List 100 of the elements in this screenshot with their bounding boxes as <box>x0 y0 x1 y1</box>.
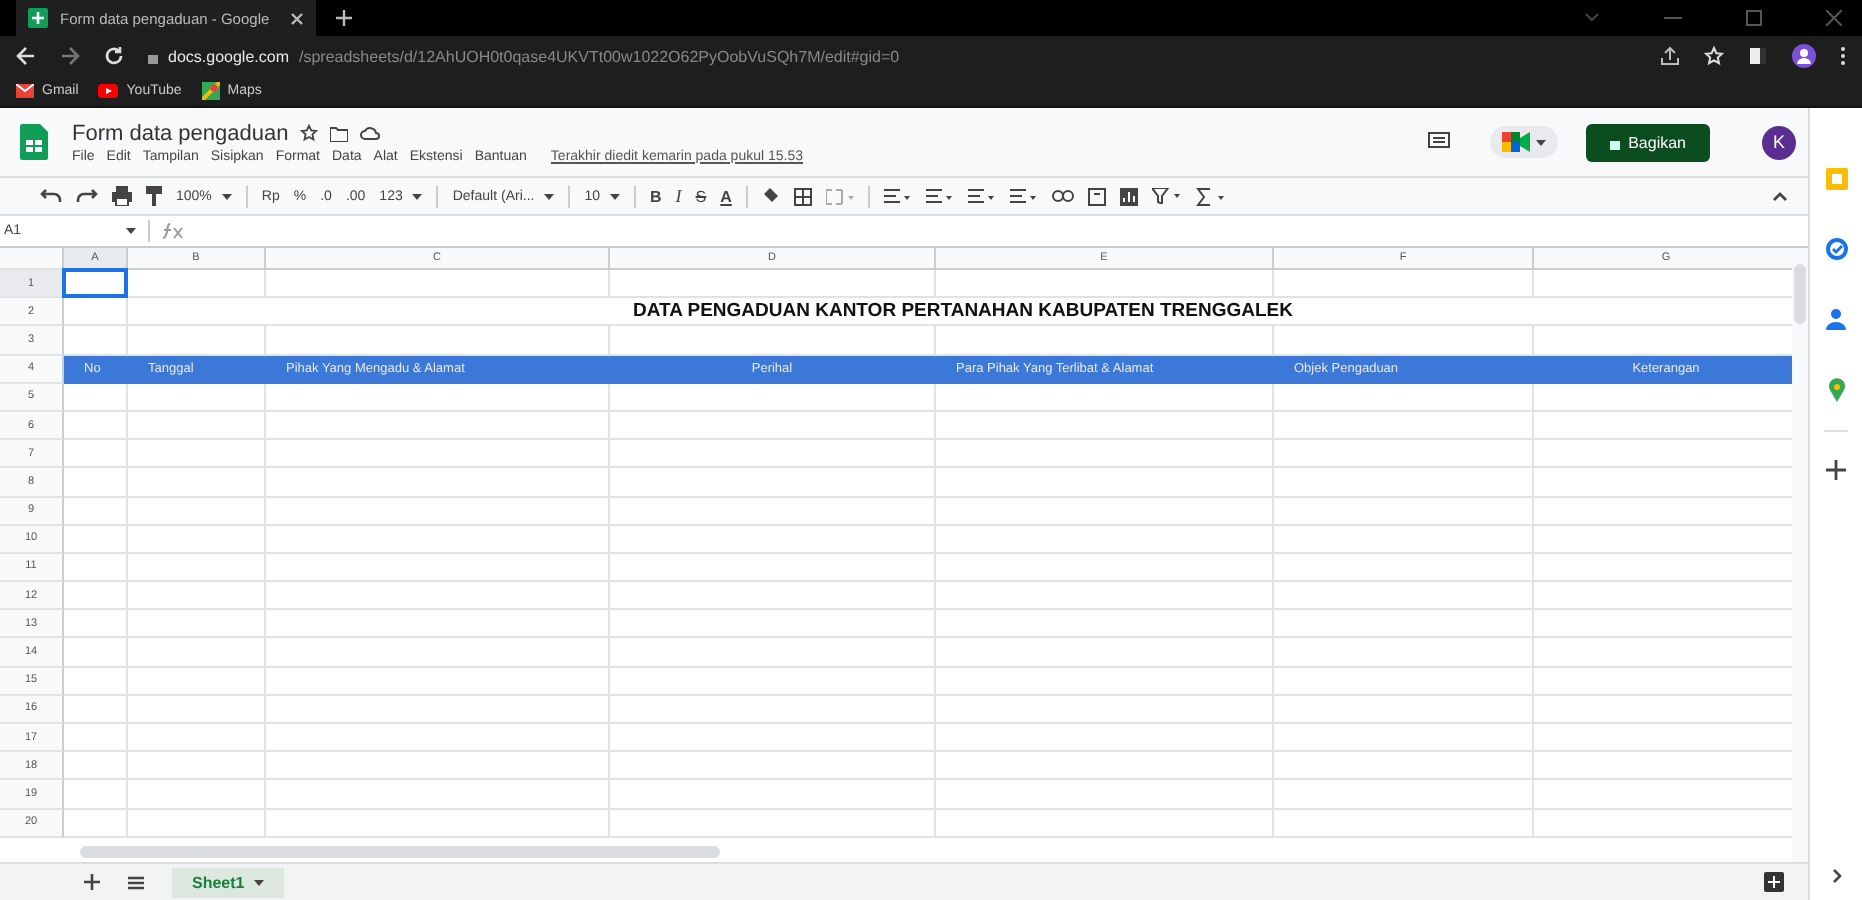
table-cell <box>128 667 266 696</box>
table-cell <box>128 525 266 554</box>
table-cell <box>128 383 266 412</box>
sheet-title: DATA PENGADUAN KANTOR PERTANAHAN KABUPATEN TRENGGALEK <box>128 298 1792 327</box>
sheet-tab[interactable]: Sheet1 <box>172 867 285 897</box>
text-color-button[interactable]: A <box>720 187 732 205</box>
forward-icon[interactable] <box>60 46 80 66</box>
more-icon[interactable] <box>1840 46 1846 66</box>
table-cell <box>128 582 266 611</box>
align-icon[interactable] <box>1009 187 1038 205</box>
share-icon[interactable] <box>1660 46 1680 66</box>
print-icon[interactable] <box>112 186 132 206</box>
table-cell <box>128 809 266 838</box>
maximize-icon[interactable] <box>1746 10 1762 26</box>
meet-button[interactable] <box>1490 126 1559 158</box>
table-cell <box>64 752 128 781</box>
fill-color-icon[interactable] <box>761 186 780 206</box>
table-cell <box>128 270 266 299</box>
reload-icon[interactable] <box>104 46 124 66</box>
table-cell <box>64 298 128 327</box>
document-title[interactable]: Form data pengaduan <box>72 121 289 145</box>
filter-icon[interactable] <box>1151 188 1182 204</box>
table-cell <box>64 638 128 668</box>
comment-icon[interactable] <box>1428 132 1451 152</box>
sum-icon[interactable] <box>1195 187 1226 205</box>
table-cell <box>64 724 128 753</box>
menu-icon[interactable] <box>128 875 144 889</box>
sheets-logo-icon[interactable] <box>20 124 48 160</box>
table-cell <box>64 667 128 696</box>
strikethrough-button[interactable]: S <box>695 187 707 205</box>
align-icon[interactable] <box>883 187 912 205</box>
table-cell <box>64 695 128 724</box>
caret-icon <box>1536 139 1547 145</box>
back-icon[interactable] <box>16 46 36 66</box>
caret-icon[interactable] <box>126 228 136 234</box>
redo-icon[interactable] <box>76 188 98 204</box>
caret-icon <box>610 193 621 199</box>
table-cell <box>128 468 266 497</box>
table-cell <box>128 610 266 639</box>
caret-icon <box>544 193 555 199</box>
table-cell <box>128 780 266 810</box>
chart-icon[interactable] <box>1119 187 1138 205</box>
check-circle-icon[interactable] <box>1825 238 1847 260</box>
folder-icon[interactable] <box>330 125 349 141</box>
paint-format-icon[interactable] <box>146 186 162 206</box>
table-cell <box>64 582 128 611</box>
table-cell <box>64 440 128 469</box>
align-icon[interactable] <box>925 187 954 205</box>
sidebar-icon[interactable] <box>1748 46 1768 66</box>
minimize-icon[interactable] <box>1664 12 1682 24</box>
scrollbar-thumb[interactable] <box>80 846 720 858</box>
link-icon[interactable] <box>1051 190 1074 202</box>
table-cell <box>64 497 128 526</box>
collapse-icon[interactable] <box>1772 191 1788 201</box>
table-cell <box>128 411 266 441</box>
table-cell <box>64 468 128 497</box>
undo-icon[interactable] <box>40 188 62 204</box>
cloud-icon[interactable] <box>360 126 381 140</box>
caret-icon <box>254 879 265 885</box>
video-camera-icon <box>1502 132 1531 152</box>
caret-icon <box>412 193 423 199</box>
table-cell <box>64 610 128 639</box>
table-cell <box>128 440 266 469</box>
new-tab-icon[interactable] <box>336 10 352 26</box>
bold-button[interactable]: B <box>650 187 662 205</box>
table-cell <box>128 497 266 526</box>
italic-button[interactable]: I <box>675 186 682 206</box>
map-icon <box>201 82 220 100</box>
comment-icon[interactable] <box>1087 187 1106 205</box>
table-cell <box>128 724 266 753</box>
table-cell <box>128 553 266 583</box>
function-icon <box>162 222 186 240</box>
person-icon[interactable] <box>1826 308 1846 330</box>
table-cell <box>64 383 128 412</box>
scrollbar-thumb[interactable] <box>1794 264 1806 324</box>
table-cell <box>64 525 128 554</box>
table-cell <box>64 809 128 838</box>
explore-icon[interactable] <box>1764 872 1784 892</box>
corner-cell[interactable] <box>0 248 64 270</box>
avatar[interactable]: K <box>1762 125 1796 159</box>
star-icon[interactable] <box>300 124 319 142</box>
close-icon[interactable] <box>290 11 304 25</box>
caret-icon <box>221 193 232 199</box>
table-cell <box>128 638 266 668</box>
plus-icon[interactable] <box>1826 460 1846 480</box>
table-cell <box>64 780 128 810</box>
sheets-icon <box>28 8 48 28</box>
table-cell <box>64 553 128 583</box>
table-cell <box>128 752 266 781</box>
borders-icon[interactable] <box>793 187 812 205</box>
share-button[interactable]: Bagikan <box>1586 123 1710 161</box>
profile-icon[interactable] <box>1792 44 1816 68</box>
table-cell <box>64 411 128 441</box>
chevron-right-icon[interactable] <box>1831 868 1841 884</box>
table-cell <box>128 695 266 724</box>
play-icon <box>98 84 119 98</box>
align-icon[interactable] <box>967 187 996 205</box>
add-sheet-icon[interactable] <box>84 874 100 890</box>
map-pin-icon[interactable] <box>1827 378 1845 402</box>
mail-icon <box>16 84 34 98</box>
